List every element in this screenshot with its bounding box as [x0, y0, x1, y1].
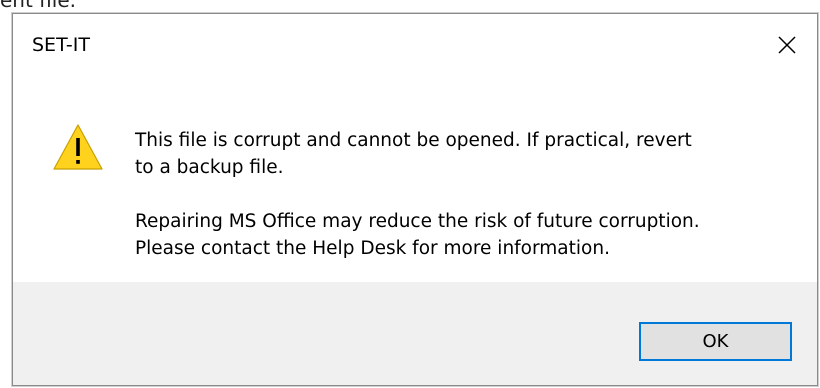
- close-icon: [778, 36, 796, 54]
- dialog-message: This file is corrupt and cannot be opene…: [135, 127, 700, 262]
- message-line: to a backup file.: [135, 157, 284, 178]
- dialog-title: SET-IT: [32, 34, 90, 56]
- background-window-text: ent file.: [0, 0, 76, 12]
- close-button[interactable]: [757, 14, 817, 76]
- warning-icon: [53, 124, 103, 170]
- dialog-footer: OK: [13, 282, 817, 385]
- message-line: Please contact the Help Desk for more in…: [135, 238, 610, 259]
- ok-button[interactable]: OK: [639, 322, 792, 361]
- message-line: This file is corrupt and cannot be opene…: [135, 130, 692, 151]
- message-line: Repairing MS Office may reduce the risk …: [135, 211, 700, 232]
- dialog-titlebar[interactable]: SET-IT: [13, 14, 817, 76]
- message-dialog: SET-IT This file is corrupt and cannot b…: [12, 13, 818, 386]
- dialog-content: This file is corrupt and cannot be opene…: [13, 76, 817, 284]
